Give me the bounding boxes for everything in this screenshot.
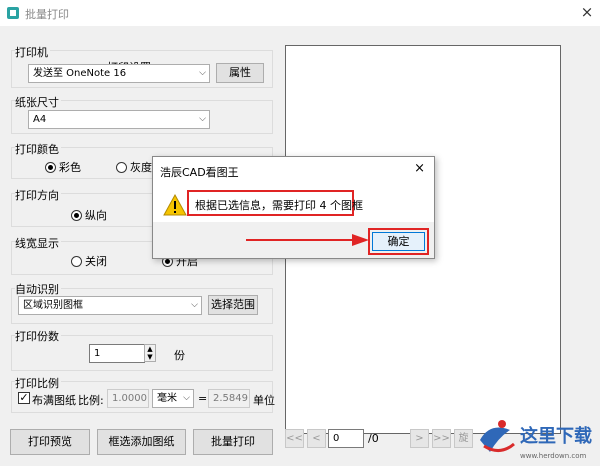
copies-label: 打印份数 [15,328,61,344]
dialog-message: 根据已选信息，需要打印 4 个图框 [195,199,363,212]
chevron-down-icon: ⌵ [199,68,206,78]
orientation-radio-portrait[interactable]: 纵向 [71,207,107,223]
batch-print-button[interactable]: 批量打印 [193,429,273,455]
message-highlight-box: 根据已选信息，需要打印 4 个图框 [187,190,363,216]
lineweight-radio-off[interactable]: 关闭 [71,253,107,269]
watermark-url: www.herdown.com [520,452,587,460]
dialog-close-icon[interactable]: × [414,161,425,176]
printer-properties-button[interactable]: 属性 [216,63,264,83]
spin-down-icon[interactable]: ▼ [145,353,155,361]
add-frame-button[interactable]: 框选添加图纸 [97,429,186,455]
color-radio-gray[interactable]: 灰度 [116,159,152,175]
ratio-label: 比例: [78,394,104,407]
paper-label: 纸张尺寸 [15,94,61,110]
copies-unit: 份 [174,349,185,362]
scale-value-input[interactable]: 2.5849 [208,389,250,408]
ratio-input[interactable]: 1.0000 [107,389,149,408]
watermark-text: 这里下载 [520,425,592,447]
window-close-icon[interactable]: × [578,3,596,21]
dialog-title: 浩辰CAD看图王 [160,166,239,179]
copies-spinner[interactable]: ▲ ▼ [144,344,156,362]
select-range-button[interactable]: 选择范围 [208,295,258,315]
title-bar: 批量打印 × [0,0,600,26]
message-dialog: 浩辰CAD看图王 × 根据已选信息，需要打印 4 个图框 确定 [152,156,435,259]
color-radio-color[interactable]: 彩色 [45,159,81,175]
site-watermark-logo: 这里下载 www.herdown.com [480,420,592,460]
paper-size-select[interactable]: A4 ⌵ [28,110,210,129]
chevron-down-icon: ⌵ [199,114,206,124]
unit-select[interactable]: 毫米 ⌵ [152,389,194,408]
next-page-button[interactable]: > [410,429,429,448]
radio-empty-icon [116,161,127,173]
scale-unit-label: 单位 [253,394,275,407]
prev-page-button[interactable]: < [307,429,326,448]
cad-app-icon [7,7,19,19]
last-page-button[interactable]: >> [432,429,451,448]
printer-select[interactable]: 发送至 OneNote 16 ⌵ [28,64,210,83]
auto-detect-label: 自动识别 [15,281,61,297]
orientation-label: 打印方向 [15,187,61,203]
page-total: /0 [368,432,379,445]
ok-highlight-box: 确定 [368,228,429,255]
chevron-down-icon: ⌵ [183,393,190,403]
print-preview-button[interactable]: 打印预览 [10,429,90,455]
copies-input[interactable]: 1 [89,344,145,363]
lineweight-label: 线宽显示 [15,235,61,251]
dialog-footer: 确定 [153,222,434,258]
equals-sign: = [198,392,208,405]
printer-label: 打印机 [15,44,50,60]
window-title: 批量打印 [25,8,69,21]
radio-selected-icon [71,209,82,221]
radio-empty-icon [71,255,82,267]
color-label: 打印颜色 [15,141,61,157]
auto-detect-select[interactable]: 区域识别图框 ⌵ [18,296,202,315]
chevron-down-icon: ⌵ [191,300,198,310]
warning-icon [163,194,187,216]
ok-button[interactable]: 确定 [372,232,425,251]
fit-paper-label: 布满图纸 [32,394,76,407]
first-page-button[interactable]: << [285,429,304,448]
spin-up-icon[interactable]: ▲ [145,345,155,353]
page-number-input[interactable]: 0 [328,429,364,448]
radio-selected-icon [45,161,56,173]
fit-paper-checkbox[interactable]: ✓ [18,392,30,404]
scale-label: 打印比例 [15,375,61,391]
